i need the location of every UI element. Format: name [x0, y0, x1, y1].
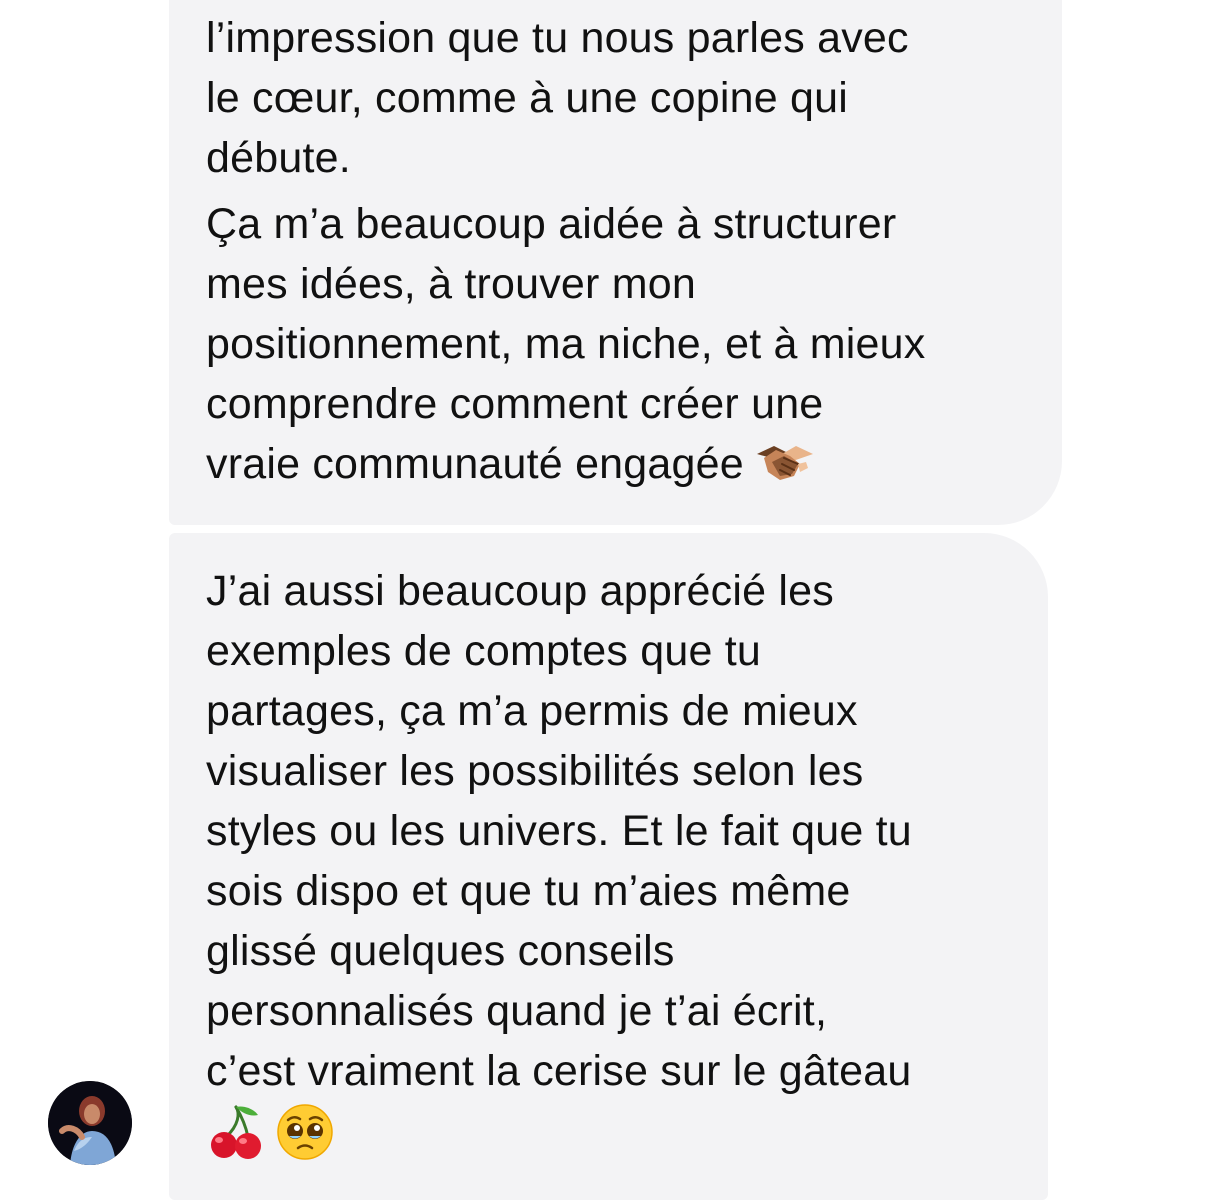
- message-text-span: Ça m’a beaucoup aidée à structurer mes i…: [206, 200, 926, 488]
- cherries-icon: [206, 1103, 264, 1166]
- handshake-icon: [754, 442, 816, 502]
- avatar-photo: [48, 1081, 132, 1165]
- message-text: J’ai aussi beaucoup apprécié les exemple…: [206, 567, 912, 1095]
- emoji-row: [206, 1101, 1028, 1167]
- message-text: Ça m’a beaucoup aidée à structurer mes i…: [206, 194, 1042, 502]
- message-bubble[interactable]: J’ai aussi beaucoup apprécié les exemple…: [169, 533, 1048, 1200]
- pleading-face-icon: [276, 1103, 334, 1166]
- sender-avatar[interactable]: [48, 1081, 132, 1165]
- message-text: l’impression que tu nous parles avec le …: [206, 14, 909, 182]
- message-thread: l’impression que tu nous parles avec le …: [0, 0, 1206, 1200]
- message-bubble[interactable]: l’impression que tu nous parles avec le …: [169, 0, 1062, 525]
